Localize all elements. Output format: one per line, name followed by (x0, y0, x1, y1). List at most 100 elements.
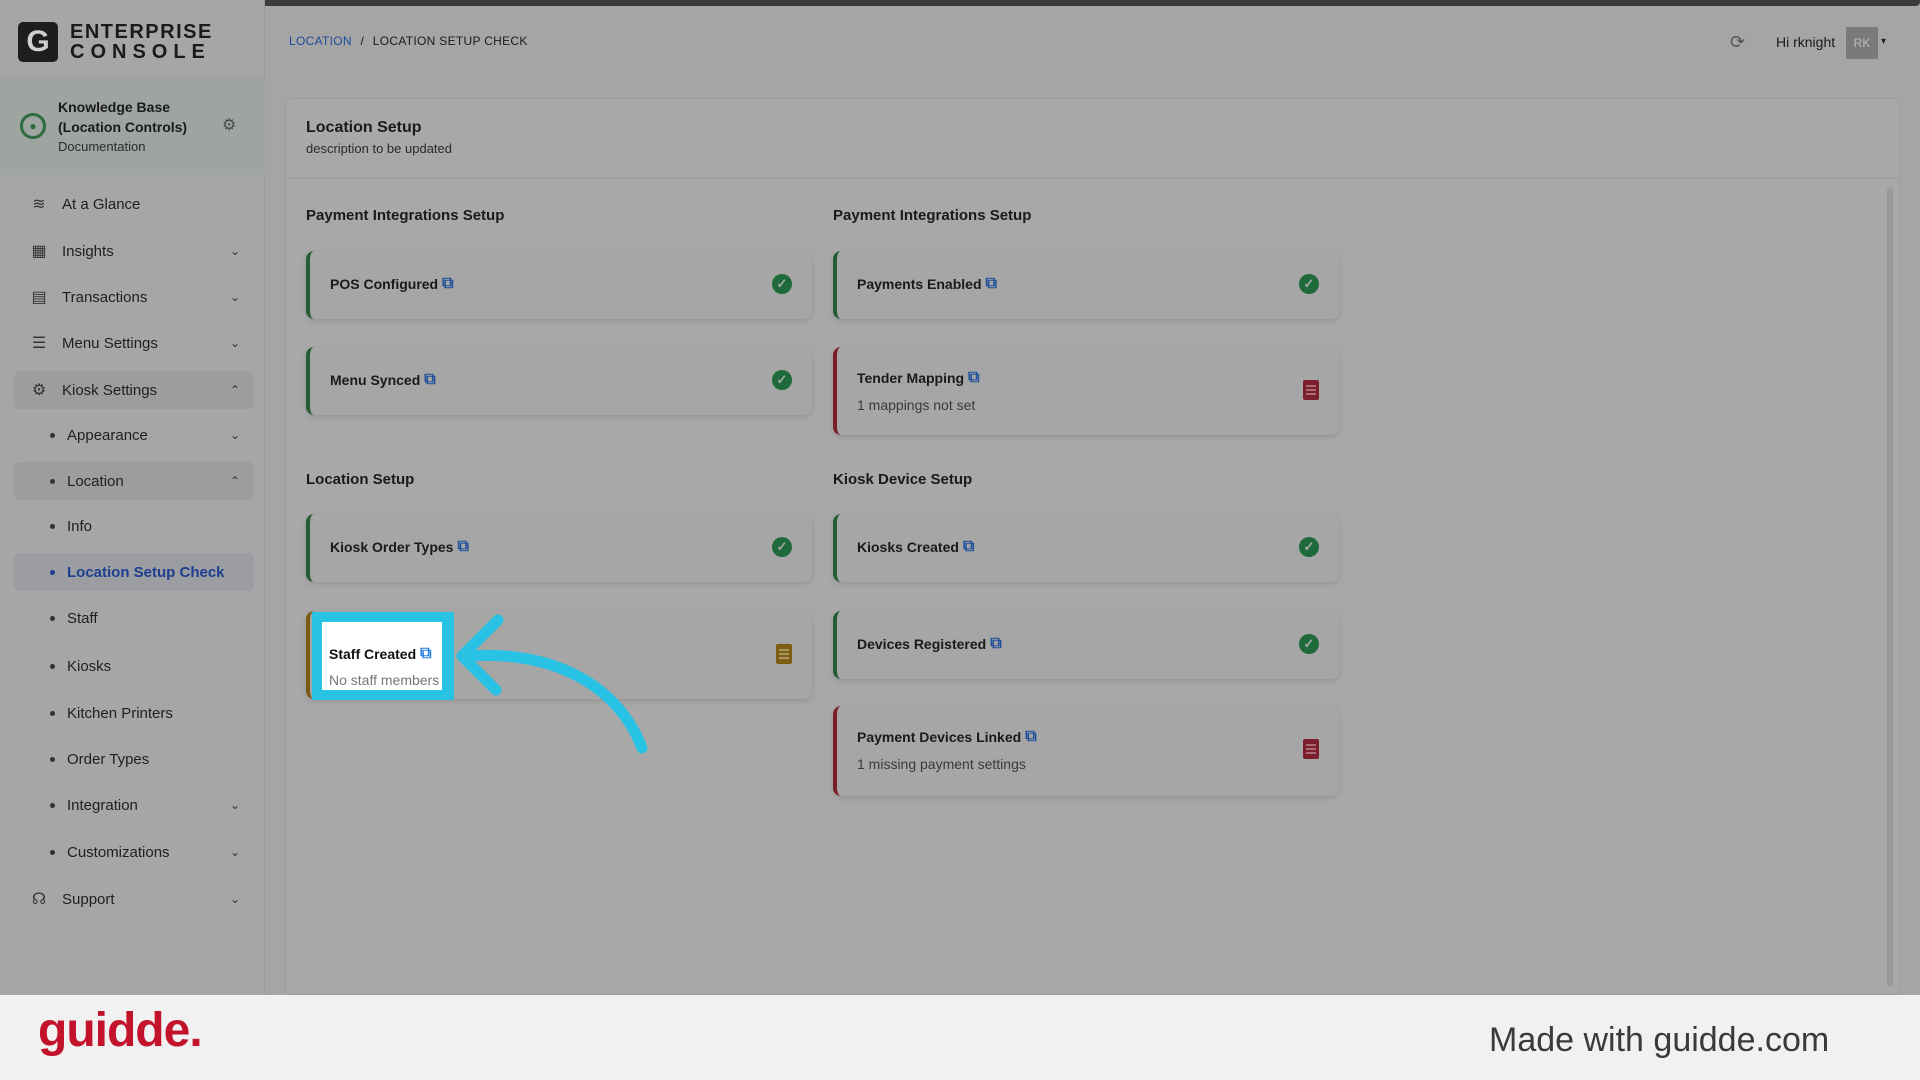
breadcrumb-current: LOCATION SETUP CHECK (372, 34, 528, 48)
bullet (50, 802, 55, 808)
chevron-down-icon: ⌄ (229, 845, 240, 859)
clipboard-error-icon (1303, 380, 1319, 400)
external-link-icon: ⧉ (968, 369, 980, 386)
bullet (50, 849, 55, 855)
chevron-down-icon: ⌄ (229, 336, 240, 350)
sidebar-item-location-setup-check[interactable]: Location Setup Check (14, 553, 254, 591)
card-link[interactable]: Payments Enabled ⧉ (857, 275, 997, 293)
org-switcher[interactable]: ● Knowledge Base (Location Controls) Doc… (0, 77, 265, 175)
sidebar-item-label: Insights (62, 242, 114, 260)
card-label: Staff Created (329, 646, 417, 662)
card-label: POS Configured (330, 276, 439, 292)
check-circle-icon: ✓ (1299, 274, 1319, 294)
staff-created-highlight[interactable]: Staff Created ⧉ No staff members (322, 622, 442, 690)
caret-down-icon[interactable]: ▾ (1881, 36, 1886, 47)
card-payment-devices-linked: Payment Devices Linked ⧉ 1 missing paymen… (833, 706, 1339, 796)
sidebar-item-kiosks[interactable]: Kiosks (14, 647, 254, 685)
sidebar-item-label: Integration (67, 796, 138, 814)
check-circle-icon: ✓ (1299, 537, 1319, 557)
card-link[interactable]: Payment Devices Linked ⧉ (857, 728, 1037, 746)
sidebar-item-label: Kitchen Printers (67, 704, 173, 722)
gear-icon[interactable]: ⚙ (222, 115, 236, 135)
sidebar-item-label: Kiosk Settings (62, 381, 158, 399)
bullet (50, 432, 55, 438)
sidebar-item-integration[interactable]: Integration ⌄ (14, 786, 254, 824)
card-link[interactable]: Tender Mapping ⧉ (857, 369, 980, 387)
sidebar-item-transactions[interactable]: ▤ Transactions ⌄ (14, 278, 254, 316)
headset-icon: ☊ (31, 891, 47, 908)
bullet (50, 756, 55, 762)
gear-icon: ⚙ (31, 382, 47, 399)
bullet (50, 615, 55, 621)
app-logo[interactable]: G ENTERPRISE CONSOLE (18, 22, 213, 62)
clipboard-warning-icon (776, 644, 792, 664)
chevron-up-icon: ⌃ (229, 474, 240, 488)
card-link[interactable]: Kiosk Order Types ⧉ (330, 538, 469, 556)
card-kiosks-created: Kiosks Created ⧉ ✓ (833, 514, 1339, 582)
sidebar-item-info[interactable]: Info (14, 507, 254, 545)
card-link[interactable]: Kiosks Created ⧉ (857, 538, 974, 556)
org-name: Knowledge Base (Location Controls) (58, 99, 188, 135)
external-link-icon: ⧉ (1025, 728, 1037, 745)
sidebar-item-at-a-glance[interactable]: ≋ At a Glance (14, 185, 254, 223)
sidebar-item-staff[interactable]: Staff (14, 599, 254, 637)
card-link[interactable]: Menu Synced ⧉ (330, 371, 436, 389)
external-link-icon: ⧉ (985, 275, 997, 292)
sidebar-item-label: Kiosks (67, 657, 112, 675)
logo-line-1: ENTERPRISE (70, 21, 213, 43)
menu-icon: ☰ (31, 335, 47, 352)
clipboard-error-icon (1303, 739, 1319, 759)
sidebar-item-customizations[interactable]: Customizations ⌄ (14, 833, 254, 871)
sidebar-item-insights[interactable]: ▦ Insights ⌄ (14, 232, 254, 270)
sidebar-item-label: Location Setup Check (67, 563, 225, 581)
external-link-icon: ⧉ (457, 538, 469, 555)
sidebar-item-kiosk-settings[interactable]: ⚙ Kiosk Settings ⌃ (14, 371, 254, 409)
card-kiosk-order-types: Kiosk Order Types ⧉ ✓ (306, 514, 812, 582)
card-link[interactable]: Staff Created ⧉ (329, 645, 432, 663)
chevron-down-icon: ⌄ (229, 798, 240, 812)
layers-icon: ≋ (32, 196, 46, 213)
receipt-icon: ▤ (31, 289, 47, 306)
location-setup-panel: Location Setup description to be updated… (285, 98, 1900, 995)
sidebar-item-label: Transactions (62, 288, 148, 306)
user-greeting[interactable]: Hi rknight (1776, 34, 1835, 50)
breadcrumb-location-link[interactable]: LOCATION (289, 34, 352, 48)
section-title-location-setup: Location Setup (306, 471, 415, 488)
card-link[interactable]: POS Configured ⧉ (330, 275, 454, 293)
external-link-icon: ⧉ (962, 538, 975, 555)
card-label: Payments Enabled (857, 276, 982, 292)
sidebar-item-kitchen-printers[interactable]: Kitchen Printers (14, 694, 254, 732)
card-menu-synced: Menu Synced ⧉ ✓ (306, 347, 812, 415)
sidebar-item-appearance[interactable]: Appearance ⌄ (14, 416, 254, 454)
breadcrumb-separator: / (360, 34, 365, 48)
card-link[interactable]: Devices Registered ⧉ (857, 635, 1002, 653)
avatar[interactable]: RK (1846, 27, 1878, 59)
sidebar-item-label: Support (62, 890, 115, 908)
external-link-icon: ⧉ (990, 635, 1002, 652)
sidebar-item-order-types[interactable]: Order Types (14, 740, 254, 778)
chevron-up-icon: ⌃ (229, 383, 240, 397)
section-title-kiosk-device-setup: Kiosk Device Setup (833, 471, 973, 488)
bullet (50, 523, 55, 529)
bullet (50, 478, 55, 484)
section-title-payment-integrations-left: Payment Integrations Setup (306, 207, 505, 224)
bullet (50, 663, 55, 669)
top-bar (200, 0, 1920, 6)
check-circle-icon: ✓ (772, 370, 792, 390)
sidebar-item-label: Location (67, 472, 124, 490)
sidebar-item-label: Menu Settings (62, 334, 158, 352)
sidebar-item-menu-settings[interactable]: ☰ Menu Settings ⌄ (14, 324, 254, 362)
sidebar-item-label: Info (67, 517, 93, 535)
location-pin-icon: ● (20, 113, 46, 139)
check-circle-icon: ✓ (772, 537, 792, 557)
sidebar-item-location[interactable]: Location ⌃ (14, 462, 254, 500)
sidebar-item-label: Staff (67, 609, 98, 627)
scrollbar[interactable] (1887, 187, 1893, 987)
footer-bar: guidde. Made with guidde.com (0, 995, 1920, 1080)
sidebar-item-support[interactable]: ☊ Support ⌄ (14, 880, 254, 918)
chevron-down-icon: ⌄ (229, 892, 240, 906)
made-with-text: Made with guidde.com (1489, 1021, 1830, 1059)
logo-line-2: CONSOLE (70, 41, 211, 63)
external-link-icon: ⧉ (424, 371, 436, 388)
refresh-icon[interactable]: ⟳ (1730, 32, 1745, 53)
